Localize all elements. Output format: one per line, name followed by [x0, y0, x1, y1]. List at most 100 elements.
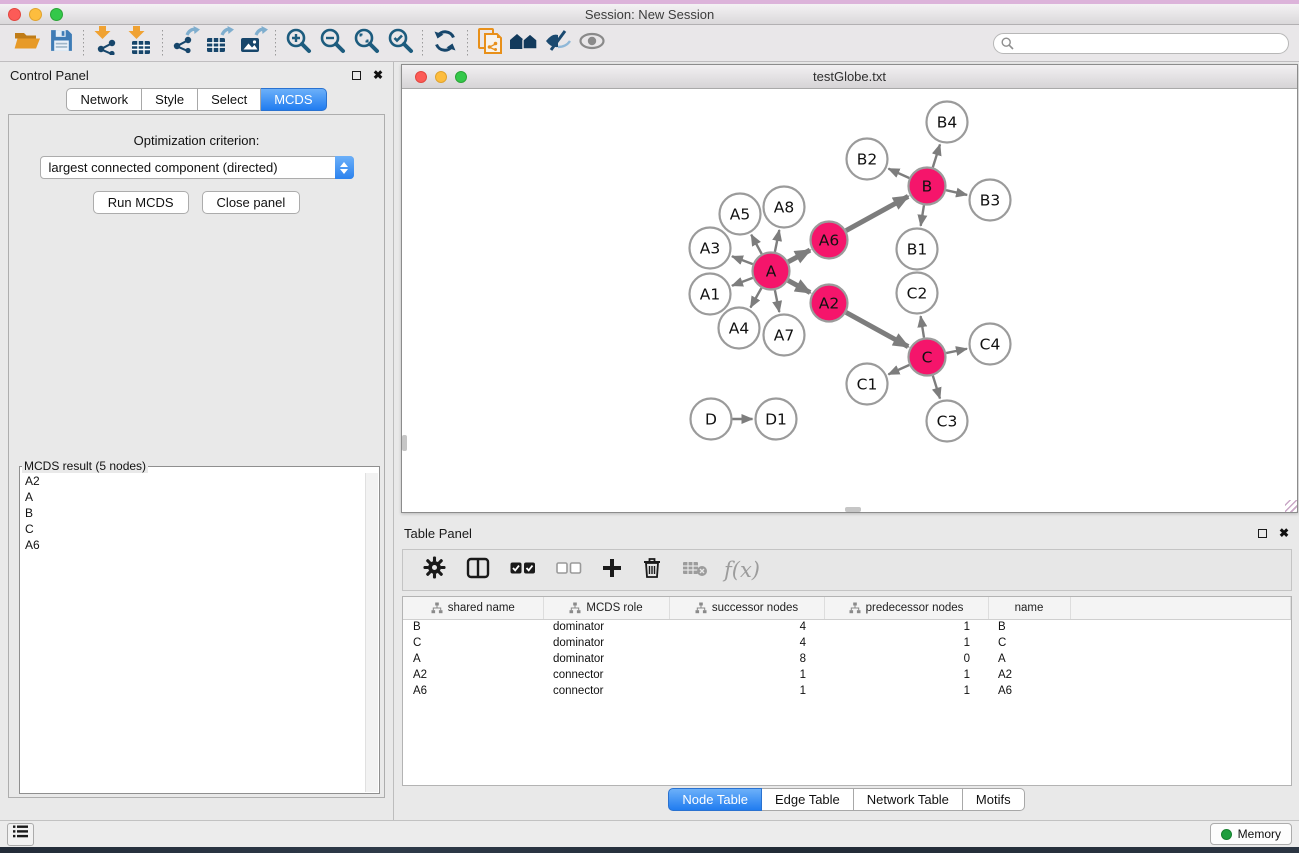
zoom-in-button[interactable] [281, 28, 315, 58]
task-history-button[interactable] [7, 823, 34, 846]
graph-node-C1[interactable]: C1 [847, 364, 888, 405]
graph-node-D1[interactable]: D1 [756, 399, 797, 440]
refresh-layout-button[interactable] [428, 28, 462, 58]
graph-node-C4[interactable]: C4 [970, 324, 1011, 365]
select-all-columns-button[interactable] [510, 561, 536, 580]
graph-edge-C-C2[interactable] [921, 316, 924, 338]
graph-edge-C-C1[interactable] [888, 365, 909, 374]
graph-node-A5[interactable]: A5 [720, 194, 761, 235]
mcds-result-item[interactable]: A6 [21, 537, 365, 553]
mcds-result-item[interactable]: A2 [21, 473, 365, 489]
network-zoom-button[interactable] [455, 71, 467, 83]
tab-network-table[interactable]: Network Table [854, 788, 963, 811]
table-cell[interactable]: dominator [543, 635, 669, 651]
close-panel-icon[interactable]: ✖ [373, 69, 383, 81]
graph-node-B1[interactable]: B1 [897, 229, 938, 270]
graph-node-B4[interactable]: B4 [927, 102, 968, 143]
table-cell[interactable]: dominator [543, 619, 669, 635]
graph-node-B3[interactable]: B3 [970, 180, 1011, 221]
graph-node-A8[interactable]: A8 [764, 187, 805, 228]
network-horizontal-scrollbar[interactable] [845, 507, 861, 512]
graph-edge-A2-C[interactable] [846, 312, 908, 346]
graph-node-A6[interactable]: A6 [811, 222, 848, 259]
table-row[interactable]: Bdominator41B [403, 619, 1291, 635]
table-settings-button[interactable] [423, 556, 446, 584]
column-header-predecessor-nodes[interactable]: predecessor nodes [824, 597, 988, 619]
table-cell[interactable]: C [988, 635, 1070, 651]
close-panel-button[interactable]: Close panel [202, 191, 301, 214]
graph-edge-A-A5[interactable] [751, 235, 761, 254]
table-cell[interactable]: 1 [824, 635, 988, 651]
add-column-button[interactable] [602, 558, 622, 583]
table-row[interactable]: Cdominator41C [403, 635, 1291, 651]
criterion-dropdown[interactable]: largest connected component (directed) [40, 156, 354, 179]
table-cell[interactable]: 0 [824, 651, 988, 667]
mcds-result-item[interactable]: A [21, 489, 365, 505]
graph-edge-A-A1[interactable] [732, 278, 753, 286]
column-header-successor-nodes[interactable]: successor nodes [669, 597, 824, 619]
network-minimize-button[interactable] [435, 71, 447, 83]
graph-node-B2[interactable]: B2 [847, 139, 888, 180]
tab-node-table[interactable]: Node Table [668, 788, 762, 811]
show-all-button[interactable] [575, 28, 609, 58]
zoom-selected-button[interactable] [383, 28, 417, 58]
graph-edge-A-A4[interactable] [751, 288, 762, 308]
network-vertical-scrollbar[interactable] [402, 435, 407, 451]
table-cell[interactable]: A6 [403, 683, 543, 699]
table-cell[interactable]: 1 [824, 683, 988, 699]
graph-node-D[interactable]: D [691, 399, 732, 440]
graph-edge-B-B1[interactable] [921, 205, 924, 226]
table-cell[interactable]: 4 [669, 619, 824, 635]
tab-mcds[interactable]: MCDS [261, 88, 326, 111]
graph-node-A4[interactable]: A4 [719, 308, 760, 349]
graph-edge-C-C4[interactable] [946, 349, 967, 353]
graph-node-A[interactable]: A [753, 253, 790, 290]
import-network-button[interactable] [89, 28, 123, 58]
column-header-shared-name[interactable]: shared name [403, 597, 543, 619]
graph-node-A2[interactable]: A2 [811, 285, 848, 322]
tab-motifs[interactable]: Motifs [963, 788, 1025, 811]
graph-node-A1[interactable]: A1 [690, 274, 731, 315]
first-neighbors-button[interactable] [507, 28, 541, 58]
table-cell[interactable]: dominator [543, 651, 669, 667]
table-cell[interactable]: 1 [824, 667, 988, 683]
graph-edge-A-A7[interactable] [775, 290, 779, 312]
export-network-button[interactable] [168, 28, 202, 58]
import-table-button[interactable] [123, 28, 157, 58]
column-manager-button[interactable] [466, 557, 490, 584]
table-cell[interactable]: A2 [403, 667, 543, 683]
zoom-fit-button[interactable] [349, 28, 383, 58]
table-row[interactable]: A2connector11A2 [403, 667, 1291, 683]
graph-edge-B-B4[interactable] [933, 144, 940, 167]
graph-node-C2[interactable]: C2 [897, 273, 938, 314]
graph-edge-A6-B[interactable] [846, 196, 908, 230]
float-panel-icon[interactable] [352, 71, 361, 80]
tab-style[interactable]: Style [142, 88, 198, 111]
graph-edge-A-A2[interactable] [788, 280, 810, 292]
table-cell[interactable]: 1 [824, 619, 988, 635]
memory-button[interactable]: Memory [1210, 823, 1292, 845]
search-input[interactable] [993, 33, 1289, 54]
network-graph[interactable]: B4B2BB3B1A5A8A6A3AA1C2A4A7A2CC4C1C3DD1 [402, 89, 1291, 512]
tab-edge-table[interactable]: Edge Table [762, 788, 854, 811]
run-mcds-button[interactable]: Run MCDS [93, 191, 189, 214]
deselect-all-columns-button[interactable] [556, 561, 582, 580]
export-image-button[interactable] [236, 28, 270, 58]
graph-edge-A-A6[interactable] [788, 250, 810, 262]
mcds-result-item[interactable]: B [21, 505, 365, 521]
table-cell[interactable]: 1 [669, 667, 824, 683]
graph-edge-B-B2[interactable] [888, 169, 909, 178]
function-builder-button[interactable]: f(x) [724, 558, 760, 582]
tab-network[interactable]: Network [66, 88, 142, 111]
graph-edge-C-C3[interactable] [933, 376, 940, 399]
tab-select[interactable]: Select [198, 88, 261, 111]
table-cell[interactable]: connector [543, 683, 669, 699]
mcds-result-list[interactable]: A2ABCA6 [21, 473, 365, 792]
graph-edge-B-B3[interactable] [946, 190, 967, 195]
zoom-out-button[interactable] [315, 28, 349, 58]
graph-edge-A-A8[interactable] [775, 230, 779, 252]
network-canvas[interactable]: B4B2BB3B1A5A8A6A3AA1C2A4A7A2CC4C1C3DD1 [402, 89, 1297, 512]
table-cell[interactable]: 4 [669, 635, 824, 651]
delete-table-button[interactable] [682, 559, 708, 582]
table-cell[interactable]: C [403, 635, 543, 651]
